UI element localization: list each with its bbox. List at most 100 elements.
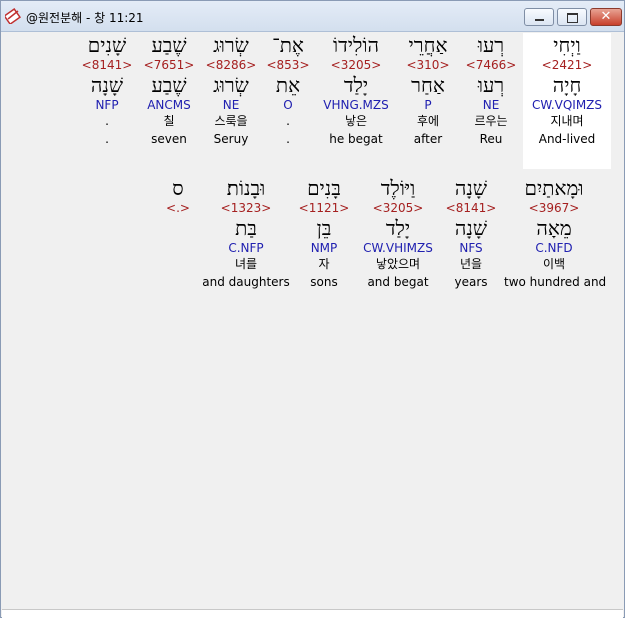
morphology: NFP <box>95 98 119 112</box>
korean-gloss: 르우는 <box>474 114 508 128</box>
korean-gloss: 지내며 <box>550 114 584 128</box>
word-cell[interactable]: בָּנִים <1121> בֵּן NMP 자 sons <box>295 176 353 290</box>
morphology: ANCMS <box>147 98 191 112</box>
word-cell[interactable]: רְעוּ <7466> רְעוּ NE 르우는 Reu <box>461 33 521 147</box>
morphology: C.NFD <box>535 241 573 255</box>
hebrew-word: וּבָנוֹת׃ <box>226 176 266 200</box>
korean-gloss: 이백 <box>542 257 566 271</box>
word-cell[interactable]: אַחֲרֵי <310> אַחַר P 후에 after <box>398 33 458 147</box>
lemma: יָלַד <box>343 73 369 97</box>
lemma: בַּת <box>235 216 257 240</box>
morphology: NE <box>222 98 240 112</box>
korean-gloss: 자 <box>318 257 330 271</box>
hebrew-word: ס <box>172 176 184 200</box>
lemma: יָלַד <box>385 216 411 240</box>
korean-gloss: 낳은 <box>344 114 368 128</box>
hebrew-word: שָׁנָה <box>454 176 488 200</box>
english-gloss: Seruy <box>213 132 249 146</box>
minimize-button[interactable] <box>524 8 554 26</box>
english-gloss: And-lived <box>538 132 596 146</box>
word-cell[interactable]: הוֹלִידוֹ <3205> יָלַד VHNG.MZS 낳은 he be… <box>316 33 396 147</box>
english-gloss: and begat <box>367 275 429 289</box>
korean-gloss: 후에 <box>416 114 440 128</box>
english-gloss: two hundred and <box>504 275 607 289</box>
strong-number[interactable]: <7651> <box>139 57 199 73</box>
english-gloss: he begat <box>329 132 383 146</box>
english-gloss: years <box>454 275 488 289</box>
hebrew-word: שְׂרוּג <box>213 33 249 57</box>
lemma: שְׂרוּג <box>213 73 249 97</box>
word-cell[interactable]: שָׁנִים <8141> שָׁנָה NFP . . <box>78 33 136 147</box>
lemma: שָׁנָה <box>90 73 124 97</box>
morphology: NE <box>482 98 500 112</box>
lemma: אֵת <box>275 73 301 97</box>
word-cell[interactable]: אֶת־ <853> אֵת O . . <box>263 33 313 147</box>
close-button[interactable]: ✕ <box>590 8 622 26</box>
english-gloss: . <box>286 132 290 146</box>
hebrew-word: אֶת־ <box>272 33 304 57</box>
lemma: בֵּן <box>316 216 332 240</box>
strong-number[interactable]: <3205> <box>358 200 438 216</box>
app-icon <box>5 8 21 24</box>
status-strip <box>2 609 623 618</box>
maximize-button[interactable] <box>557 8 587 26</box>
english-gloss: and daughters <box>202 275 290 289</box>
window-title: @원전분해 - 창 11:21 <box>26 11 144 25</box>
word-cell[interactable]: שֶׁבַע <7651> שֶׁבַע ANCMS 칠 seven <box>139 33 199 147</box>
korean-gloss: . <box>105 114 109 128</box>
interlinear-panel[interactable]: וַיְחִי <2421> חָיָה CW.VQIMZS 지내며 And-l… <box>6 32 619 609</box>
title-bar[interactable]: @원전분해 - 창 11:21 ✕ <box>1 1 624 32</box>
strong-number[interactable]: <3205> <box>316 57 396 73</box>
lemma: אַחַר <box>411 73 445 97</box>
strong-number[interactable]: <3967> <box>504 200 604 216</box>
strong-number[interactable]: <8141> <box>442 200 500 216</box>
english-gloss: seven <box>151 132 187 146</box>
korean-gloss: 스룩을 <box>214 114 248 128</box>
strong-number[interactable]: <1121> <box>295 200 353 216</box>
morphology: CW.VQIMZS <box>531 98 603 112</box>
korean-gloss: 년을 <box>459 257 483 271</box>
hebrew-word: וַיּוֹלֶד <box>380 176 416 200</box>
korean-gloss: . <box>286 114 290 128</box>
morphology: O <box>283 98 293 112</box>
english-gloss: sons <box>310 275 338 289</box>
strong-number[interactable]: <853> <box>263 57 313 73</box>
morphology: CW.VHIMZS <box>363 241 433 255</box>
app-window: @원전분해 - 창 11:21 ✕ וַיְחִי <2421> חָיָה C… <box>0 0 625 618</box>
lemma: חָיָה <box>552 73 582 97</box>
hebrew-word: אַחֲרֵי <box>408 33 448 57</box>
hebrew-word: וַיְחִי <box>553 33 581 57</box>
close-icon: ✕ <box>600 9 612 24</box>
strong-number[interactable]: <2421> <box>523 57 611 73</box>
lemma: מֵאָה <box>536 216 572 240</box>
morphology: C.NFP <box>228 241 264 255</box>
hebrew-word: שָׁנִים <box>87 33 127 57</box>
strong-number[interactable]: <8141> <box>78 57 136 73</box>
hebrew-word: הוֹלִידוֹ <box>333 33 379 57</box>
strong-number[interactable]: <.> <box>156 200 200 216</box>
english-gloss: . <box>105 132 109 146</box>
strong-number[interactable]: <7466> <box>461 57 521 73</box>
english-gloss: Reu <box>479 132 503 146</box>
word-cell[interactable]: שְׂרוּג <8286> שְׂרוּג NE 스룩을 Seruy <box>202 33 260 147</box>
strong-number[interactable]: <310> <box>398 57 458 73</box>
word-cell[interactable]: ס <.> <box>156 176 200 216</box>
word-cell[interactable]: וַיּוֹלֶד <3205> יָלַד CW.VHIMZS 낳았으며 an… <box>358 176 438 290</box>
english-gloss: after <box>413 132 443 146</box>
lemma: רְעוּ <box>477 73 505 97</box>
hebrew-word: בָּנִים <box>307 176 341 200</box>
word-cell[interactable]: וּמָאתַיִם <3967> מֵאָה C.NFD 이백 two hun… <box>504 176 607 290</box>
korean-gloss: 칠 <box>163 114 175 128</box>
word-cell[interactable]: וּבָנוֹת׃ <1323> בַּת C.NFP 녀를 and daugh… <box>202 176 290 290</box>
hebrew-word: שֶׁבַע <box>151 33 187 57</box>
korean-gloss: 낳았으며 <box>375 257 421 271</box>
hebrew-word: וּמָאתַיִם <box>524 176 584 200</box>
strong-number[interactable]: <1323> <box>202 200 290 216</box>
lemma: שֶׁבַע <box>151 73 187 97</box>
strong-number[interactable]: <8286> <box>202 57 260 73</box>
word-cell[interactable]: וַיְחִי <2421> חָיָה CW.VQIMZS 지내며 And-l… <box>523 33 611 169</box>
korean-gloss: 녀를 <box>234 257 258 271</box>
morphology: NFS <box>459 241 483 255</box>
word-cell[interactable]: שָׁנָה <8141> שָׁנָה NFS 년을 years <box>442 176 500 290</box>
hebrew-word: רְעוּ <box>477 33 505 57</box>
